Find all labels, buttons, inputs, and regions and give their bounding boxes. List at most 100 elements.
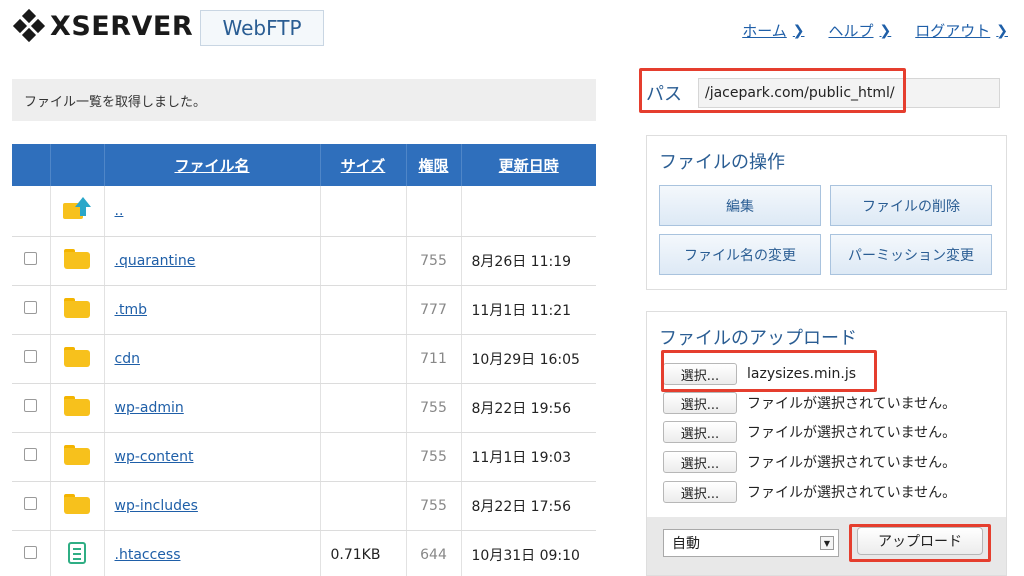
nav-home-link[interactable]: ホーム ❯: [742, 20, 804, 41]
file-modified-date: 11月1日 19:03: [461, 432, 596, 482]
nav-logout-link[interactable]: ログアウト ❯: [915, 20, 1008, 41]
delete-file-button[interactable]: ファイルの削除: [830, 185, 992, 226]
file-permission: 755: [406, 383, 462, 433]
file-name-link[interactable]: wp-content: [115, 449, 194, 465]
file-picker-row: 選択... ファイルが選択されていません。: [663, 421, 956, 443]
file-size: [320, 334, 407, 384]
header-icon: [50, 144, 105, 186]
parent-folder-icon[interactable]: [63, 196, 91, 221]
file-name-link[interactable]: .tmb: [115, 302, 147, 318]
file-permission: 777: [406, 285, 462, 335]
chevron-right-icon: ❯: [879, 22, 892, 39]
sort-by-date[interactable]: 更新日時: [461, 144, 596, 186]
file-name-link[interactable]: cdn: [115, 351, 140, 367]
file-size: 0.71KB: [320, 530, 407, 576]
dropdown-arrow-icon: ▼: [820, 536, 834, 550]
select-file-button[interactable]: 選択...: [663, 392, 737, 414]
nav-home-label: ホーム: [742, 22, 787, 40]
size-cell: [320, 186, 407, 237]
chevron-right-icon: ❯: [996, 22, 1008, 39]
upload-footer: 自動 ▼ アップロード: [647, 517, 1006, 575]
file-size: [320, 285, 407, 335]
sort-by-size[interactable]: サイズ: [320, 144, 407, 186]
file-permission: 644: [406, 530, 462, 576]
name-cell: ..: [104, 186, 321, 237]
path-field: /jacepark.com/public_html/: [698, 78, 1000, 108]
edit-button[interactable]: 編集: [659, 185, 821, 226]
nav-help-link[interactable]: ヘルプ ❯: [829, 20, 892, 41]
file-modified-date: 8月26日 11:19: [461, 236, 596, 286]
file-permission: 755: [406, 236, 462, 286]
select-file-button[interactable]: 選択...: [663, 451, 737, 473]
select-file-button[interactable]: 選択...: [663, 421, 737, 443]
file-picker-row: 選択... lazysizes.min.js: [663, 363, 856, 385]
file-permission: 755: [406, 481, 462, 531]
selected-file-name: ファイルが選択されていません。: [747, 425, 957, 441]
select-file-button[interactable]: 選択...: [663, 481, 737, 503]
file-modified-date: 10月29日 16:05: [461, 334, 596, 384]
xserver-logo[interactable]: XSERVER: [12, 8, 194, 43]
folder-icon: [64, 248, 90, 269]
file-picker-row: 選択... ファイルが選択されていません。: [663, 481, 956, 503]
upload-button[interactable]: アップロード: [857, 527, 983, 555]
table-row-parent[interactable]: ..: [12, 186, 596, 237]
date-cell: [461, 186, 596, 237]
row-checkbox[interactable]: [24, 350, 38, 363]
row-checkbox[interactable]: [24, 252, 38, 265]
transfer-mode-select[interactable]: 自動 ▼: [663, 529, 839, 557]
file-name-link[interactable]: wp-admin: [115, 400, 184, 416]
folder-icon: [64, 444, 90, 465]
selected-file-name: ファイルが選択されていません。: [747, 396, 957, 412]
xserver-diamond-icon: [12, 8, 46, 43]
file-picker-row: 選択... ファイルが選択されていません。: [663, 451, 956, 473]
file-operations-title: ファイルの操作: [659, 152, 785, 173]
table-row[interactable]: cdn 711 10月29日 16:05: [12, 334, 596, 384]
file-name-link[interactable]: .htaccess: [115, 547, 181, 563]
row-checkbox[interactable]: [24, 399, 38, 412]
file-list-table: ファイル名 サイズ 権限 更新日時 .. .quarantine 755 8月2…: [12, 144, 596, 576]
change-permission-button[interactable]: パーミッション変更: [830, 234, 992, 275]
file-modified-date: 11月1日 11:21: [461, 285, 596, 335]
folder-icon: [64, 346, 90, 367]
file-picker-row: 選択... ファイルが選択されていません。: [663, 392, 956, 414]
file-permission: 711: [406, 334, 462, 384]
empty-cell: [12, 186, 51, 237]
file-modified-date: 8月22日 17:56: [461, 481, 596, 531]
transfer-mode-value: 自動: [672, 536, 700, 552]
row-checkbox[interactable]: [24, 301, 38, 314]
sort-by-name[interactable]: ファイル名: [104, 144, 321, 186]
sort-by-permission[interactable]: 権限: [406, 144, 462, 186]
status-message: ファイル一覧を取得しました。: [12, 79, 596, 121]
selected-file-name: ファイルが選択されていません。: [747, 485, 957, 501]
parent-directory-link[interactable]: ..: [115, 203, 124, 219]
select-file-button[interactable]: 選択...: [663, 363, 737, 385]
table-row[interactable]: wp-includes 755 8月22日 17:56: [12, 481, 596, 531]
rename-button[interactable]: ファイル名の変更: [659, 234, 821, 275]
icon-cell: [50, 186, 105, 237]
file-size: [320, 432, 407, 482]
selected-file-name: ファイルが選択されていません。: [747, 455, 957, 471]
table-row[interactable]: .tmb 777 11月1日 11:21: [12, 285, 596, 335]
table-row[interactable]: wp-admin 755 8月22日 19:56: [12, 383, 596, 433]
logo-text: XSERVER: [50, 10, 194, 42]
file-operations-panel: ファイルの操作 編集 ファイルの削除 ファイル名の変更 パーミッション変更: [646, 135, 1007, 290]
row-checkbox[interactable]: [24, 546, 38, 559]
table-row[interactable]: .htaccess 0.71KB 644 10月31日 09:10: [12, 530, 596, 576]
document-icon: [68, 541, 86, 564]
row-checkbox[interactable]: [24, 497, 38, 510]
table-row[interactable]: wp-content 755 11月1日 19:03: [12, 432, 596, 482]
row-checkbox[interactable]: [24, 448, 38, 461]
file-modified-date: 10月31日 09:10: [461, 530, 596, 576]
path-label: パス: [646, 84, 682, 105]
file-name-link[interactable]: wp-includes: [115, 498, 198, 514]
table-header-row: ファイル名 サイズ 権限 更新日時: [12, 144, 596, 186]
path-row: パス /jacepark.com/public_html/: [646, 78, 1000, 108]
file-name-link[interactable]: .quarantine: [115, 253, 196, 269]
perm-cell: [406, 186, 462, 237]
top-nav: ホーム ❯ ヘルプ ❯ ログアウト ❯: [742, 20, 1008, 41]
folder-icon: [64, 297, 90, 318]
file-modified-date: 8月22日 19:56: [461, 383, 596, 433]
table-row[interactable]: .quarantine 755 8月26日 11:19: [12, 236, 596, 286]
selected-file-name: lazysizes.min.js: [747, 366, 857, 382]
file-upload-panel: ファイルのアップロード 選択... lazysizes.min.js 選択...…: [646, 311, 1007, 576]
